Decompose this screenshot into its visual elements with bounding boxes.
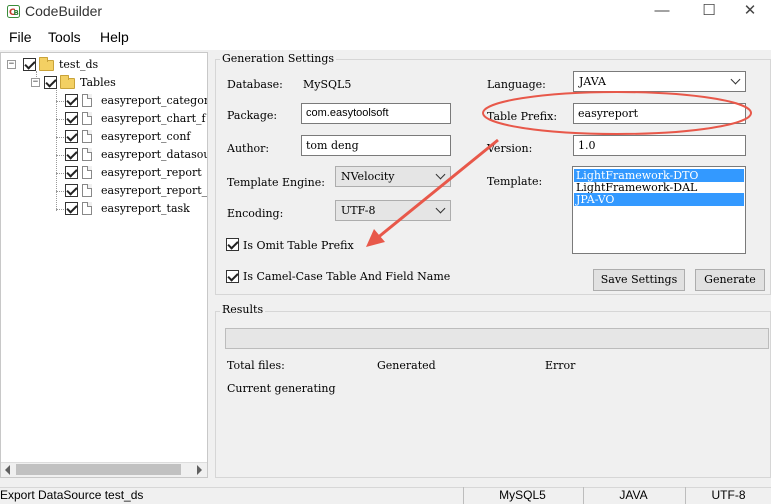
status-encoding: UTF-8 [685, 487, 771, 504]
annotation-overlay [366, 91, 752, 247]
annotation-arrow-line [375, 138, 499, 241]
status-message: Export DataSource test_ds [0, 488, 144, 502]
status-database: MySQL5 [463, 487, 581, 504]
status-language: JAVA [583, 487, 683, 504]
annotation-arrow-head-icon [366, 229, 385, 247]
annotation-ellipse [482, 91, 752, 135]
